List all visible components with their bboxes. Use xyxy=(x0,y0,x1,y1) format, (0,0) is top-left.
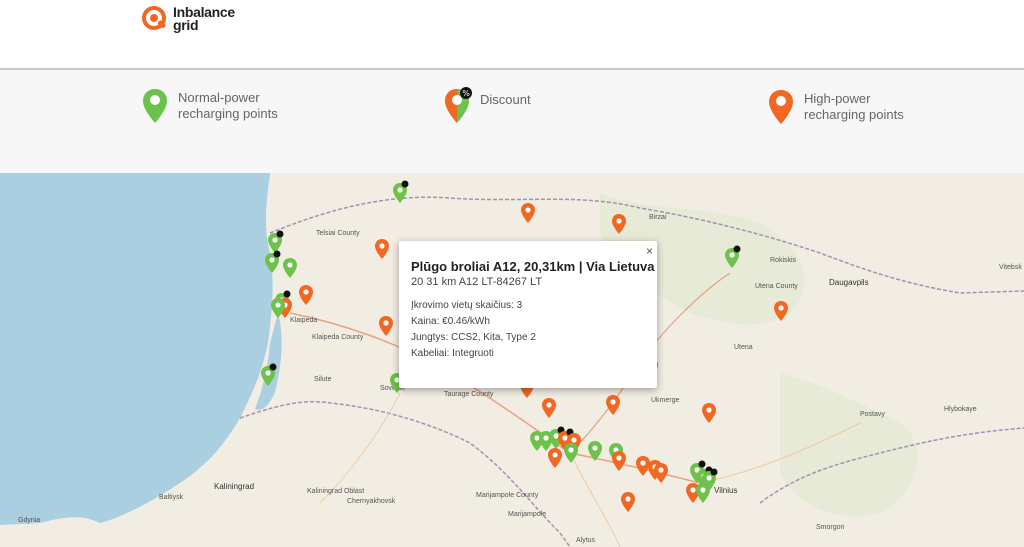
legend-discount: % Discount xyxy=(444,86,531,124)
discount-badge-icon xyxy=(401,180,409,188)
discount-badge-icon xyxy=(273,250,281,258)
high-power-charging-pin[interactable] xyxy=(299,285,313,305)
high-power-charging-pin[interactable] xyxy=(774,301,788,321)
orange-pin-icon xyxy=(769,90,793,124)
discount-pin-icon: % xyxy=(445,87,472,123)
legend-bar: Normal-power recharging points % Discoun… xyxy=(0,70,1024,173)
map[interactable]: Kaliningrad Daugavpils Utena Postavy Hly… xyxy=(0,173,1024,547)
high-power-charging-pin[interactable] xyxy=(612,451,626,471)
normal-charging-pin[interactable] xyxy=(725,245,741,269)
station-popup: × Plūgo broliai A12, 20,31km | Via Lietu… xyxy=(399,241,657,388)
discount-badge-icon xyxy=(276,230,284,238)
discount-badge-icon xyxy=(733,245,741,253)
legend-normal: Normal-power recharging points xyxy=(142,88,278,124)
normal-charging-pin[interactable] xyxy=(588,441,602,461)
normal-charging-pin[interactable] xyxy=(393,180,409,204)
green-pin-icon xyxy=(143,89,167,123)
popup-title: Plūgo broliai A12, 20,31km | Via Lietuva xyxy=(411,259,655,274)
legend-normal-label-1: Normal-power xyxy=(178,90,260,105)
discount-badge-icon xyxy=(283,290,291,298)
popup-row-connectors: Jungtys: CCS2, Kita, Type 2 xyxy=(411,332,536,343)
normal-charging-pin[interactable] xyxy=(283,258,297,278)
normal-charging-pin[interactable] xyxy=(564,443,578,463)
legend-normal-label-2: recharging points xyxy=(178,106,278,121)
high-power-charging-pin[interactable] xyxy=(542,398,556,418)
normal-charging-pin[interactable] xyxy=(268,230,284,254)
popup-row-cables: Kabeliai: Integruoti xyxy=(411,348,494,359)
discount-badge-icon xyxy=(710,468,718,476)
legend-discount-label: Discount xyxy=(480,92,531,107)
normal-charging-pin[interactable] xyxy=(265,250,281,274)
logo-wordmark: Inbalance grid xyxy=(173,5,235,33)
logo[interactable]: Inbalance grid xyxy=(142,5,235,33)
high-power-charging-pin[interactable] xyxy=(548,448,562,468)
popup-row-price: Kaina: €0.46/kWh xyxy=(411,316,490,327)
legend-high-label-2: recharging points xyxy=(804,107,904,122)
discount-badge-icon xyxy=(269,363,277,371)
high-power-charging-pin[interactable] xyxy=(606,395,620,415)
high-power-charging-pin[interactable] xyxy=(612,214,626,234)
high-power-charging-pin[interactable] xyxy=(702,403,716,423)
popup-subtitle: 20 31 km A12 LT-84267 LT xyxy=(411,276,543,288)
high-power-charging-pin[interactable] xyxy=(654,463,668,483)
normal-charging-pin[interactable] xyxy=(261,363,277,387)
high-power-charging-pin[interactable] xyxy=(621,492,635,512)
site-header: Inbalance grid xyxy=(0,0,1024,70)
high-power-charging-pin[interactable] xyxy=(521,203,535,223)
high-power-charging-pin[interactable] xyxy=(375,239,389,259)
logo-line-2: grid xyxy=(173,17,199,33)
high-power-charging-pin[interactable] xyxy=(636,456,650,476)
legend-high: High-power recharging points xyxy=(768,89,904,125)
high-power-charging-pin[interactable] xyxy=(379,316,393,336)
discount-badge-icon xyxy=(698,460,706,468)
popup-row-slots: Įkrovimo vietų skaičius: 3 xyxy=(411,300,523,311)
popup-close-button[interactable]: × xyxy=(646,244,653,258)
legend-high-label-1: High-power xyxy=(804,91,871,106)
svg-text:%: % xyxy=(462,89,470,98)
popup-details: Įkrovimo vietų skaičius: 3 Kaina: €0.46/… xyxy=(411,298,536,362)
logo-icon xyxy=(142,6,166,30)
